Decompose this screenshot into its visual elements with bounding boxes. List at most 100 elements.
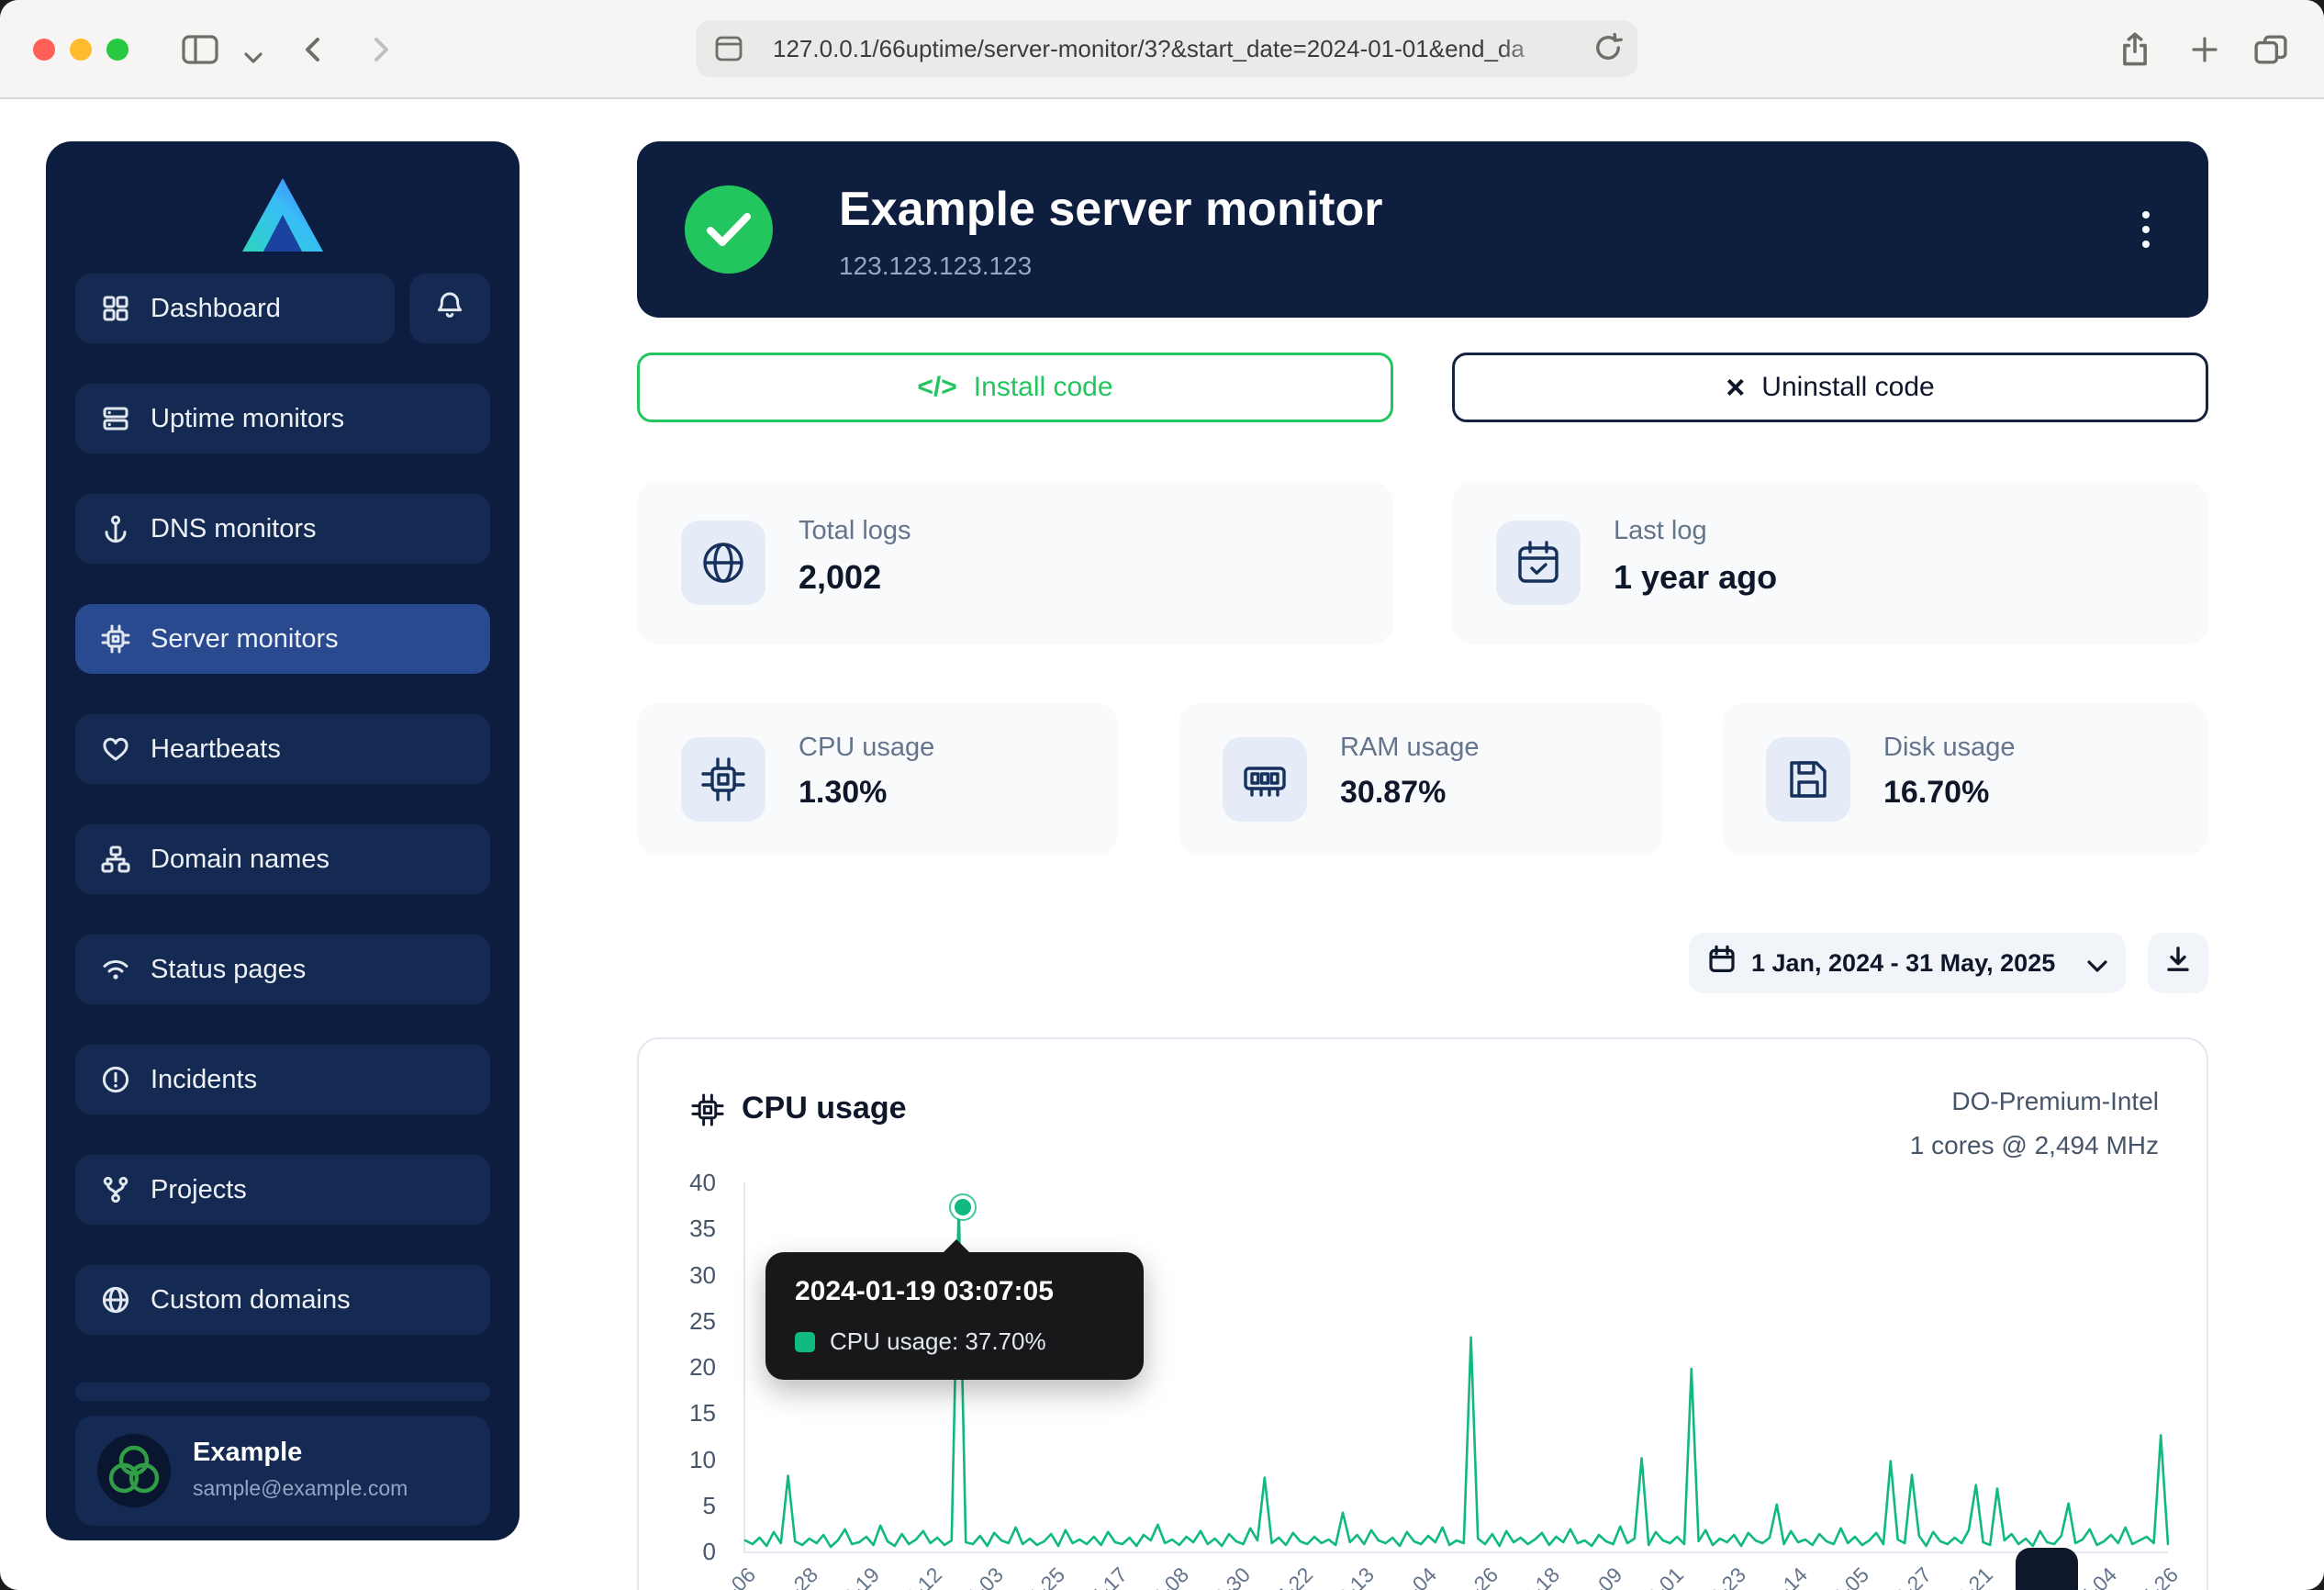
sidebar-item-label: Server monitors [151,624,339,655]
sidebar-item-label: Heartbeats [151,734,281,765]
zoom-window-button[interactable] [106,39,128,61]
browser-toolbar: 127.0.0.1/66uptime/server-monitor/3?&sta… [0,0,2324,99]
app-logo [231,171,334,263]
back-button[interactable] [294,29,334,70]
sidebar-item-dashboard[interactable]: Dashboard [75,274,395,343]
y-tick-label: 40 [689,1166,716,1199]
floating-button[interactable] [2016,1548,2078,1590]
disk-usage-card: Disk usage 16.70% [1722,703,2208,856]
sidebar-item-label: Custom domains [151,1285,351,1316]
cpu-usage-card: CPU usage 1.30% [637,703,1118,856]
install-code-label: Install code [974,372,1113,403]
sidebar-nav: Dashboard Uptime monitors DNS moni [75,274,490,1335]
sidebar-item-label: DNS monitors [151,514,317,544]
cpu-icon [681,737,765,822]
url-text: 127.0.0.1/66uptime/server-monitor/3?&sta… [773,20,1575,77]
y-tick-label: 5 [703,1489,716,1522]
sidebar-toggle-icon[interactable] [180,29,220,70]
y-tick-label: 0 [703,1535,716,1568]
sidebar-item-label: Domain names [151,845,330,875]
sidebar-item-server-monitors[interactable]: Server monitors [75,604,490,674]
address-bar[interactable]: 127.0.0.1/66uptime/server-monitor/3?&sta… [696,20,1637,77]
total-logs-card: Total logs 2,002 [637,481,1393,644]
minimize-window-button[interactable] [70,39,92,61]
server-meta: DO-Premium-Intel 1 cores @ 2,494 MHz [1910,1080,2159,1168]
y-tick-label: 10 [689,1443,716,1476]
x-axis: 2024-01-062024-01-282024-02-192024-03-12… [743,1559,2166,1590]
chevron-down-icon[interactable] [233,39,274,79]
monitor-rows-icon [101,404,130,433]
stat-value: 30.87% [1340,775,1446,811]
ram-icon [1223,737,1307,822]
y-tick-label: 25 [689,1304,716,1338]
uninstall-code-label: Uninstall code [1761,372,1934,403]
calendar-check-icon [1496,521,1581,605]
user-menu[interactable]: Example sample@example.com [75,1416,490,1526]
stat-label: Last log [1614,516,1707,546]
heart-icon [101,734,130,764]
sidebar-item-domain-names[interactable]: Domain names [75,824,490,894]
sidebar-item-dns-monitors[interactable]: DNS monitors [75,494,490,564]
chevron-down-icon [2087,946,2107,980]
y-axis: 0510152025303540 [639,1182,731,1551]
sidebar-item-label: Uptime monitors [151,404,344,434]
new-tab-icon[interactable] [2184,29,2225,70]
server-name: DO-Premium-Intel [1910,1080,2159,1124]
sidebar-item-label: Incidents [151,1065,257,1095]
anchor-icon [101,514,130,543]
sidebar-item-incidents[interactable]: Incidents [75,1045,490,1114]
sidebar-item-projects[interactable]: Projects [75,1155,490,1225]
download-icon [2163,945,2193,981]
stat-label: RAM usage [1340,733,1480,763]
export-download-button[interactable] [2148,933,2208,993]
code-icon: </> [917,372,956,403]
sitemap-icon [101,845,130,874]
url-fade [1498,22,1582,75]
kebab-menu-icon[interactable] [2128,204,2164,255]
tooltip-caret [942,1239,971,1254]
calendar-icon [1707,945,1737,981]
share-icon[interactable] [2115,29,2155,70]
tooltip-value: CPU usage: 37.70% [830,1327,1046,1356]
grid-icon [101,294,130,323]
sidebar-item-heartbeats[interactable]: Heartbeats [75,714,490,784]
highlighted-point [951,1195,975,1219]
server-spec: 1 cores @ 2,494 MHz [1910,1124,2159,1168]
stat-label: CPU usage [799,733,934,763]
date-range-picker[interactable]: 1 Jan, 2024 - 31 May, 2025 [1689,933,2126,993]
user-email: sample@example.com [193,1476,408,1501]
stat-label: Disk usage [1883,733,2015,763]
forward-button[interactable] [360,29,400,70]
chart-title: CPU usage [742,1091,907,1126]
sidebar-item-custom-domains[interactable]: Custom domains [75,1265,490,1335]
notifications-button[interactable] [409,274,490,343]
close-icon: × [1726,371,1745,404]
date-range-label: 1 Jan, 2024 - 31 May, 2025 [1751,949,2073,978]
cpu-icon [690,1092,725,1135]
avatar [97,1434,171,1507]
stat-value: 1 year ago [1614,558,1777,597]
y-tick-label: 15 [689,1396,716,1429]
sidebar-item-label: Projects [151,1175,247,1205]
sidebar: Dashboard Uptime monitors DNS moni [46,141,520,1540]
y-tick-label: 35 [689,1212,716,1245]
browser-window: 127.0.0.1/66uptime/server-monitor/3?&sta… [0,0,2324,1590]
signal-icon [101,955,130,984]
last-log-card: Last log 1 year ago [1452,481,2208,644]
sidebar-item-partial[interactable] [75,1383,490,1401]
close-window-button[interactable] [33,39,55,61]
sidebar-item-uptime-monitors[interactable]: Uptime monitors [75,384,490,453]
uninstall-code-button[interactable]: × Uninstall code [1452,353,2208,422]
globe-icon [101,1285,130,1315]
series-swatch [795,1332,815,1352]
page-icon [714,35,743,70]
stat-value: 16.70% [1883,775,1989,811]
stat-label: Total logs [799,516,911,546]
reload-icon[interactable] [1592,31,1625,72]
y-tick-label: 30 [689,1259,716,1292]
install-code-button[interactable]: </> Install code [637,353,1393,422]
sidebar-item-status-pages[interactable]: Status pages [75,935,490,1004]
globe-icon [681,521,765,605]
tab-overview-icon[interactable] [2251,29,2291,70]
alert-icon [101,1065,130,1094]
